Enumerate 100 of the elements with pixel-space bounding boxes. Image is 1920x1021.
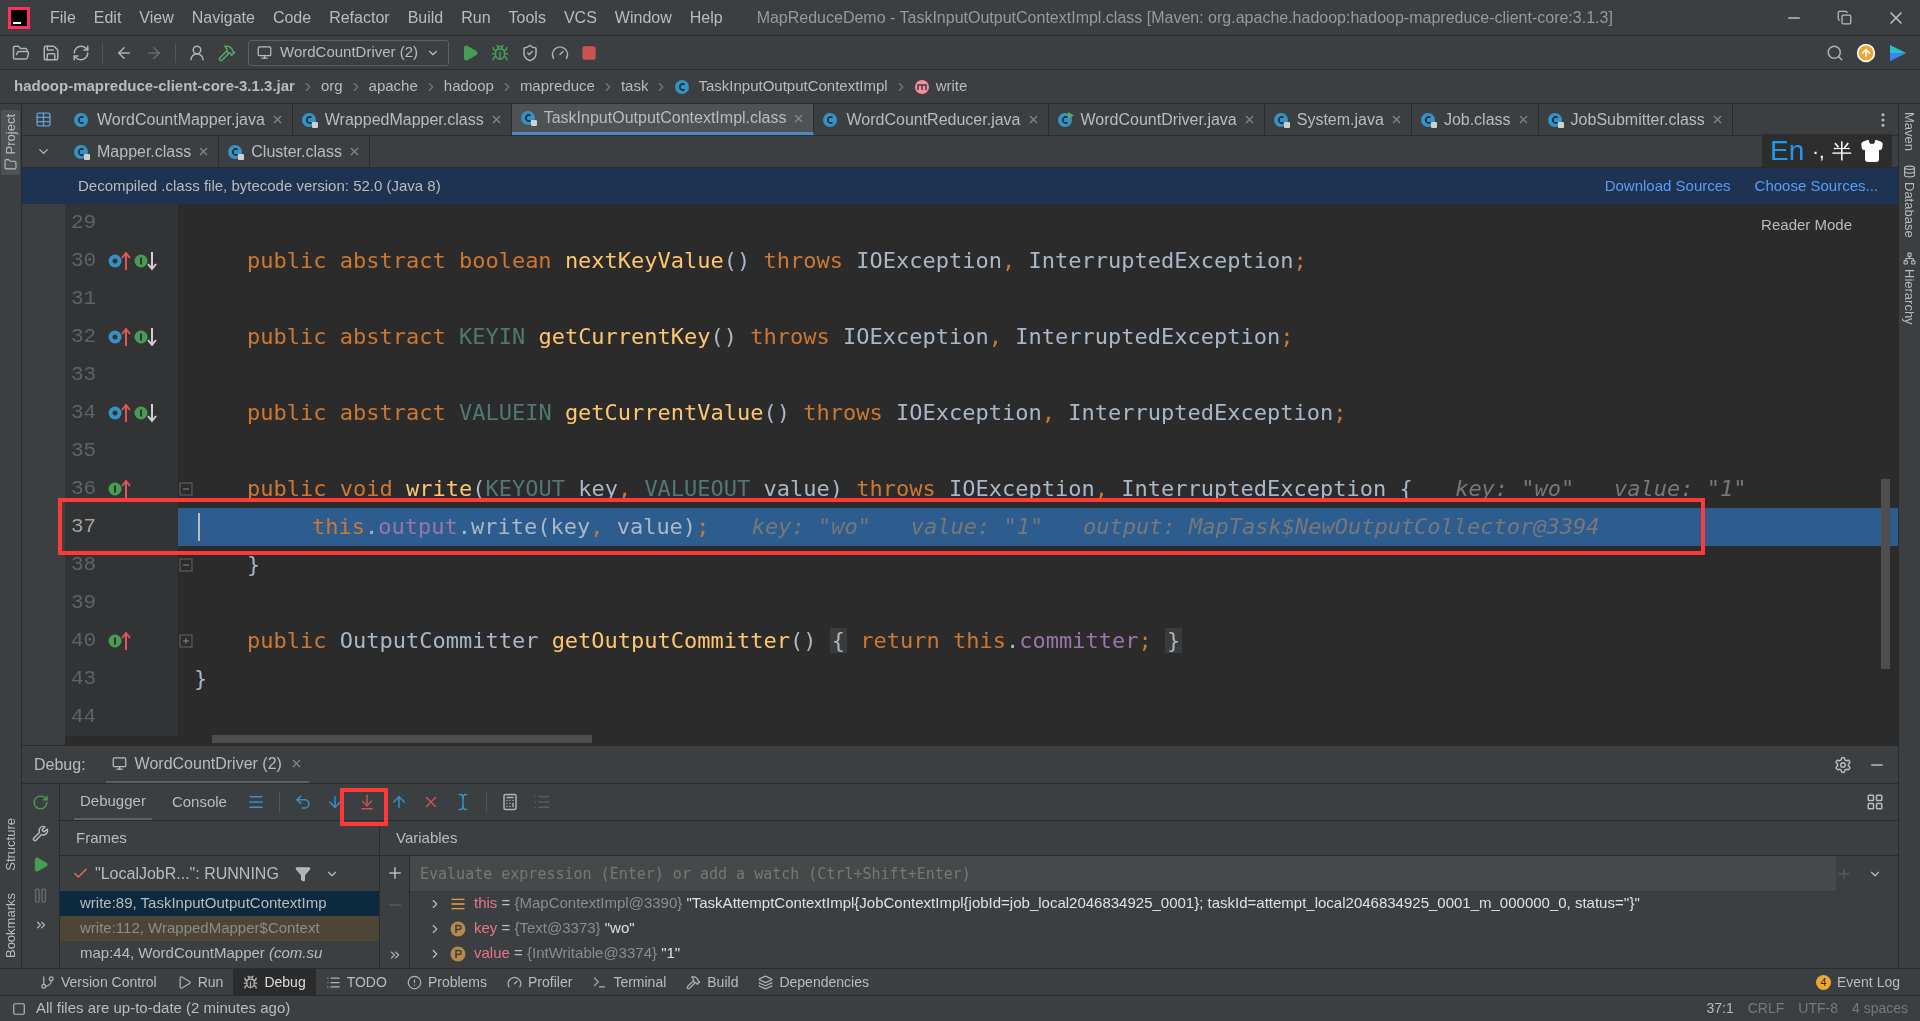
variable-entry[interactable]: this = {MapContextImpl@3390} "TaskAttemptContextImpl{JobContextImpl{jobId=job_local2046834925_0001}; taskId=attempt_local2046834925_0001_m_000000_0, status=''}" [474, 892, 1640, 915]
editor-tab[interactable]: WordCountMapper.java [65, 104, 293, 135]
locked-class-icon [300, 110, 319, 129]
implemented-down-icon [133, 402, 159, 424]
breadcrumb[interactable]: TaskInputOutputContextImpl [698, 75, 888, 98]
restore-icon[interactable] [1837, 10, 1852, 25]
debug-icon[interactable] [491, 43, 510, 62]
editor-tab[interactable]: JobSubmitter.class [1538, 104, 1733, 135]
vertical-scrollbar[interactable] [1881, 479, 1890, 669]
filter-icon[interactable] [294, 865, 311, 882]
tool-window-tab[interactable]: Build [676, 969, 749, 995]
open-folder-icon[interactable] [12, 43, 30, 62]
menu-item[interactable]: View [139, 5, 174, 30]
horizontal-scrollbar[interactable] [212, 735, 592, 743]
tool-window-tab[interactable]: Dependencies [748, 969, 879, 995]
layout-icon[interactable] [35, 111, 52, 128]
breadcrumb[interactable]: hadoop-mapreduce-client-core-3.1.3.jar [14, 75, 295, 98]
editor-tab[interactable]: Job.class [1411, 104, 1539, 135]
debug-session-tab[interactable]: WordCountDriver (2) [105, 746, 309, 783]
breadcrumb[interactable]: org [320, 75, 343, 98]
side-tool-tab[interactable]: Bookmarks [0, 892, 21, 958]
settings-icon[interactable] [1834, 755, 1852, 774]
pause-icon[interactable] [32, 887, 49, 904]
menu-item[interactable]: Help [689, 5, 723, 30]
wrench-icon[interactable] [32, 825, 49, 842]
coverage-icon[interactable] [521, 43, 540, 62]
variable-entry[interactable]: key = {Text@3373} "wo" [474, 917, 635, 940]
breadcrumb[interactable]: hadoop [443, 75, 494, 98]
debugger-tab[interactable]: Console [165, 784, 233, 820]
breadcrumb[interactable]: task [620, 75, 649, 98]
tool-window-tab[interactable]: Run [166, 969, 234, 995]
side-tool-tab[interactable]: Database [1899, 182, 1920, 238]
editor-tab[interactable]: WrappedMapper.class [292, 104, 512, 135]
menu-item[interactable]: Code [272, 5, 312, 30]
locked-class-icon [227, 142, 246, 161]
editor-tab[interactable]: Mapper.class [65, 136, 220, 167]
layers-icon [758, 974, 774, 990]
frames-list-icon[interactable] [246, 793, 265, 811]
breadcrumb[interactable]: write [935, 75, 968, 98]
menu-item[interactable]: Navigate [191, 5, 255, 30]
rerun-icon[interactable] [32, 794, 49, 811]
menu-item[interactable]: Edit [93, 5, 122, 30]
breadcrumb[interactable]: apache [368, 75, 418, 98]
breadcrumb[interactable]: mapreduce [519, 75, 595, 98]
side-tool-tab[interactable]: Hierarchy [1899, 268, 1920, 325]
side-tool-tab[interactable]: Maven [1899, 112, 1920, 152]
calculator-icon[interactable] [500, 793, 519, 811]
update-icon[interactable] [1856, 42, 1876, 63]
layout-icon[interactable] [1866, 793, 1884, 811]
implemented-down-icon [133, 326, 159, 348]
run-configuration-dropdown[interactable]: WordCountDriver (2) [248, 39, 450, 66]
tool-window-tab[interactable]: Profiler [497, 969, 583, 995]
problems-icon [406, 974, 422, 990]
tool-window-tab[interactable]: TODO [315, 969, 397, 995]
side-tool-tab[interactable]: Structure [0, 818, 21, 871]
search-icon[interactable] [1826, 43, 1844, 62]
editor-tab[interactable]: WordCountDriver.java [1048, 104, 1265, 135]
tab-label: WordCountReducer.java [846, 109, 1021, 130]
profile-icon[interactable] [551, 43, 570, 62]
stack-frame[interactable]: write:89, TaskInputOutputContextImp [60, 891, 379, 916]
thread-selector[interactable]: "LocalJobR...": RUNNING [95, 861, 279, 886]
editor-tab[interactable]: WordCountReducer.java [814, 104, 1049, 135]
event-log-button[interactable]: 4 Event Log [1815, 969, 1900, 995]
fold-expand-icon[interactable] [179, 634, 193, 648]
stop-icon[interactable] [581, 44, 598, 61]
refresh-icon[interactable] [72, 43, 90, 62]
tool-window-tab[interactable]: Debug [233, 969, 316, 995]
tab-label: System.java [1296, 109, 1384, 130]
menu-item[interactable]: Tools [508, 5, 546, 30]
menu-item[interactable]: Window [614, 5, 672, 30]
menu-item[interactable]: VCS [563, 5, 597, 30]
user-icon[interactable] [188, 43, 206, 62]
step-over-icon[interactable] [293, 793, 312, 811]
run-icon[interactable] [461, 43, 480, 62]
tool-window-tab[interactable]: Terminal [582, 969, 677, 995]
save-icon[interactable] [42, 43, 60, 62]
build-hammer-icon[interactable] [218, 43, 236, 62]
menu-item[interactable]: Build [407, 5, 444, 30]
tab-label: WordCountDriver.java [1080, 109, 1237, 130]
stack-frame[interactable]: map:44, WordCountMapper (com.su [60, 941, 379, 966]
plugin-logo-icon[interactable] [1888, 42, 1908, 63]
menu-item[interactable]: Refactor [329, 5, 390, 30]
reader-mode-link[interactable]: Reader Mode [1761, 214, 1852, 237]
menu-item[interactable]: Run [461, 5, 491, 30]
banner-link[interactable]: Download Sources [1604, 174, 1731, 198]
fold-collapse-icon[interactable] [179, 558, 193, 572]
input-method-bar: En ·, 半 [1762, 134, 1893, 167]
resume-icon[interactable] [32, 856, 49, 873]
tool-windows-icon[interactable] [12, 1001, 26, 1016]
editor-tab[interactable]: Cluster.class [219, 136, 370, 167]
tool-window-tab[interactable]: Problems [396, 969, 497, 995]
status-message: All files are up-to-date (2 minutes ago) [36, 998, 291, 1019]
status-item[interactable]: 37:1 [1706, 998, 1734, 1019]
editor-tab[interactable]: TaskInputOutputContextImpl.class [511, 104, 815, 135]
variable-entry[interactable]: value = {IntWritable@3374} "1" [474, 942, 681, 965]
fold-collapse-icon[interactable] [179, 482, 193, 496]
editor-tab[interactable]: System.java [1264, 104, 1412, 135]
menu-item[interactable]: File [50, 5, 76, 30]
tool-window-tab[interactable]: Version Control [30, 969, 167, 995]
banner-link[interactable]: Choose Sources... [1754, 174, 1878, 198]
